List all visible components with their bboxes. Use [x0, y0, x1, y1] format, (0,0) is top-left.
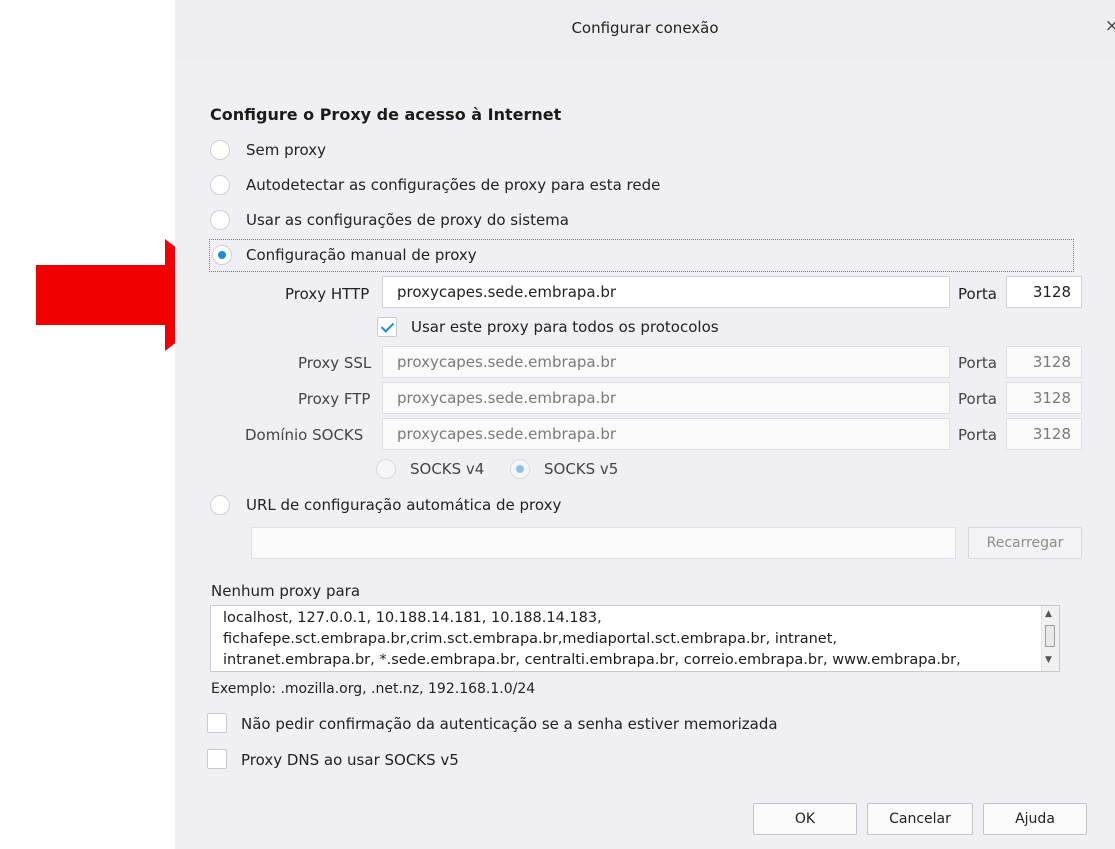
- proxy-ssl-input[interactable]: proxycapes.sede.embrapa.br: [382, 346, 950, 378]
- proxy-http-port-input[interactable]: 3128: [1006, 276, 1082, 308]
- proxy-ssl-port-input[interactable]: 3128: [1006, 346, 1082, 378]
- section-heading: Configure o Proxy de acesso à Internet: [210, 105, 562, 124]
- reload-button[interactable]: Recarregar: [968, 527, 1082, 559]
- radio-socks-v5[interactable]: [510, 459, 530, 479]
- scroll-down-icon[interactable]: ▼: [1045, 655, 1052, 665]
- ok-button[interactable]: OK: [753, 803, 857, 835]
- proxy-ftp-port-label: Porta: [958, 390, 997, 408]
- no-proxy-line-2: fichafepe.sct.embrapa.br,crim.sct.embrap…: [223, 631, 837, 647]
- close-icon[interactable]: ×: [1105, 16, 1115, 36]
- socks-v5-label[interactable]: SOCKS v5: [544, 460, 618, 478]
- proxy-dns-checkbox[interactable]: [207, 749, 227, 769]
- radio-auto-detect[interactable]: [210, 175, 230, 195]
- proxy-http-input[interactable]: proxycapes.sede.embrapa.br: [382, 276, 950, 308]
- radio-no-proxy-label[interactable]: Sem proxy: [246, 141, 326, 159]
- radio-system-proxy-label[interactable]: Usar as configurações de proxy do sistem…: [246, 211, 569, 229]
- cancel-button[interactable]: Cancelar: [867, 803, 973, 835]
- no-proxy-for-label: Nenhum proxy para: [211, 582, 361, 600]
- no-proxy-line-1: localhost, 127.0.0.1, 10.188.14.181, 10.…: [223, 610, 602, 626]
- radio-manual-proxy[interactable]: [212, 245, 232, 265]
- scroll-thumb[interactable]: [1045, 625, 1055, 647]
- proxy-ftp-input[interactable]: proxycapes.sede.embrapa.br: [382, 382, 950, 414]
- socks-host-input[interactable]: proxycapes.sede.embrapa.br: [382, 418, 950, 450]
- pac-url-input[interactable]: [251, 527, 956, 559]
- radio-socks-v4[interactable]: [376, 459, 396, 479]
- no-auth-prompt-label[interactable]: Não pedir confirmação da autenticação se…: [241, 715, 778, 733]
- use-for-all-checkbox[interactable]: [377, 317, 397, 337]
- dialog-titlebar: Configurar conexão ×: [175, 0, 1115, 60]
- radio-pac-url-label[interactable]: URL de configuração automática de proxy: [246, 496, 561, 514]
- no-proxy-for-textarea[interactable]: localhost, 127.0.0.1, 10.188.14.181, 10.…: [210, 605, 1060, 672]
- textarea-scrollbar[interactable]: ▲ ▼: [1041, 606, 1059, 671]
- radio-manual-proxy-label[interactable]: Configuração manual de proxy: [246, 246, 477, 264]
- scroll-up-icon[interactable]: ▲: [1045, 609, 1052, 619]
- radio-auto-detect-label[interactable]: Autodetectar as configurações de proxy p…: [246, 176, 660, 194]
- proxy-ssl-port-label: Porta: [958, 354, 997, 372]
- radio-pac-url[interactable]: [210, 495, 230, 515]
- no-proxy-line-3: intranet.embrapa.br, *.sede.embrapa.br, …: [223, 652, 961, 668]
- no-auth-prompt-checkbox[interactable]: [207, 713, 227, 733]
- radio-no-proxy[interactable]: [210, 140, 230, 160]
- proxy-dns-label[interactable]: Proxy DNS ao usar SOCKS v5: [241, 751, 459, 769]
- use-for-all-label[interactable]: Usar este proxy para todos os protocolos: [411, 318, 719, 336]
- socks-port-label: Porta: [958, 426, 997, 444]
- proxy-ftp-label: Proxy FTP: [298, 390, 371, 408]
- proxy-http-label: Proxy HTTP: [285, 285, 370, 303]
- proxy-http-port-label: Porta: [958, 285, 997, 303]
- dialog-title: Configurar conexão: [571, 19, 719, 37]
- proxy-ssl-label: Proxy SSL: [298, 354, 372, 372]
- socks-v4-label[interactable]: SOCKS v4: [410, 460, 484, 478]
- socks-host-label: Domínio SOCKS: [245, 426, 364, 444]
- radio-system-proxy[interactable]: [210, 210, 230, 230]
- help-button[interactable]: Ajuda: [983, 803, 1087, 835]
- socks-port-input[interactable]: 3128: [1006, 418, 1082, 450]
- connection-settings-dialog: Configurar conexão × Configure o Proxy d…: [175, 0, 1115, 849]
- proxy-ftp-port-input[interactable]: 3128: [1006, 382, 1082, 414]
- no-proxy-example: Exemplo: .mozilla.org, .net.nz, 192.168.…: [211, 681, 536, 697]
